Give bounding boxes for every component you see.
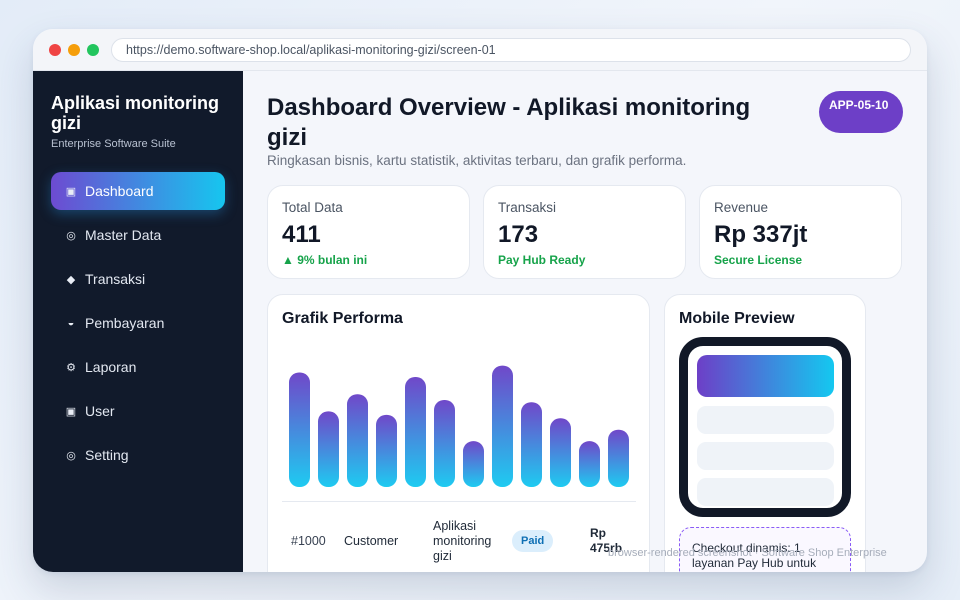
browser-window: https://demo.software-shop.local/aplikas… <box>33 29 927 572</box>
chart-bar <box>521 402 542 487</box>
chart-bar <box>550 418 571 487</box>
phone-placeholder-bar <box>697 406 834 434</box>
stat-label: Revenue <box>714 200 769 215</box>
close-window-button[interactable] <box>49 44 61 56</box>
sidebar-nav: ▣ Dashboard ◎ Master Data ◆ Transaksi ◒ … <box>51 172 225 480</box>
phone-hero-banner <box>697 355 834 397</box>
address-bar[interactable]: https://demo.software-shop.local/aplikas… <box>111 38 911 62</box>
sidebar: Aplikasi monitoring gizi Enterprise Soft… <box>33 71 243 572</box>
stat-value: 173 <box>498 221 539 248</box>
chart-bar <box>579 441 600 487</box>
status-badge: Paid <box>512 530 554 552</box>
sidebar-item-setting[interactable]: ◎ Setting <box>51 436 225 474</box>
sidebar-item-pembayaran[interactable]: ◒ Pembayaran <box>51 304 225 342</box>
sidebar-item-label: Laporan <box>85 359 137 375</box>
stat-card-revenue: Revenue Rp 337jt Secure License <box>699 185 902 279</box>
brand-subtitle: Enterprise Software Suite <box>51 138 176 150</box>
sidebar-item-label: Setting <box>85 447 129 463</box>
main-content: Dashboard Overview - Aplikasi monitoring… <box>243 71 927 572</box>
stat-value: Rp 337jt <box>714 221 808 248</box>
half-circle-icon: ◒ <box>67 317 75 329</box>
mobile-preview-card: Mobile Preview Checkout dinamis: 1 layan… <box>664 294 866 572</box>
app-name: Aplikasi monitoring gizi <box>433 519 492 563</box>
stat-card-transaksi: Transaksi 173 Pay Hub Ready <box>483 185 686 279</box>
mobile-preview-title: Mobile Preview <box>679 310 795 327</box>
chart-bar <box>289 372 310 487</box>
chart-bar <box>608 429 629 487</box>
stat-card-total-data: Total Data 411 ▲ 9% bulan ini <box>267 185 470 279</box>
target-icon: ◎ <box>66 449 76 462</box>
dashboard-icon: ▣ <box>65 185 77 198</box>
maximize-window-button[interactable] <box>87 44 99 56</box>
browser-titlebar: https://demo.software-shop.local/aplikas… <box>33 29 927 71</box>
sidebar-item-laporan[interactable]: ⚙ Laporan <box>51 348 225 386</box>
page-title: Dashboard Overview - Aplikasi monitoring… <box>267 94 751 151</box>
customer-name: Customer <box>344 534 399 548</box>
sidebar-item-master-data[interactable]: ◎ Master Data <box>51 216 225 254</box>
order-id: #1000 <box>291 534 326 548</box>
sidebar-item-transaksi[interactable]: ◆ Transaksi <box>51 260 225 298</box>
app-id-badge: APP-05-10 <box>819 91 903 133</box>
performance-chart-card: Grafik Performa #1000 Customer Aplikasi … <box>267 294 650 572</box>
stat-label: Total Data <box>282 200 343 215</box>
stat-note: ▲ 9% bulan ini <box>282 253 368 267</box>
phone-placeholder-bar <box>697 478 834 506</box>
sidebar-item-label: Pembayaran <box>85 315 165 331</box>
watermark: browser-rendered screenshot · Software S… <box>608 547 887 559</box>
performance-bar-chart <box>289 365 629 487</box>
chart-bar <box>376 414 397 487</box>
sidebar-item-label: Dashboard <box>85 183 154 199</box>
table-row[interactable]: #1000 Customer Aplikasi monitoring gizi … <box>282 501 636 563</box>
minimize-window-button[interactable] <box>68 44 80 56</box>
square-icon: ▣ <box>65 405 77 418</box>
sidebar-item-label: Master Data <box>85 227 162 243</box>
sidebar-item-label: Transaksi <box>85 271 146 287</box>
sidebar-item-label: User <box>85 403 115 419</box>
phone-mockup <box>679 337 851 517</box>
chart-title: Grafik Performa <box>282 310 403 327</box>
page-subtitle: Ringkasan bisnis, kartu statistik, aktiv… <box>267 153 687 168</box>
stat-label: Transaksi <box>498 200 557 215</box>
chart-bar <box>318 411 339 487</box>
sidebar-item-user[interactable]: ▣ User <box>51 392 225 430</box>
chart-bar <box>405 377 426 487</box>
diamond-icon: ◆ <box>66 273 76 286</box>
stat-value: 411 <box>282 221 321 248</box>
chart-bar <box>463 441 484 487</box>
gear-icon: ⚙ <box>66 361 76 374</box>
sidebar-item-dashboard[interactable]: ▣ Dashboard <box>51 172 225 210</box>
chart-bar <box>347 394 368 487</box>
chart-bar <box>492 365 513 487</box>
brand-title: Aplikasi monitoring gizi <box>51 93 220 133</box>
chart-bar <box>434 399 455 487</box>
target-icon: ◎ <box>66 229 76 242</box>
phone-placeholder-bar <box>697 442 834 470</box>
stat-note: Secure License <box>714 253 803 267</box>
stat-note: Pay Hub Ready <box>498 253 586 267</box>
